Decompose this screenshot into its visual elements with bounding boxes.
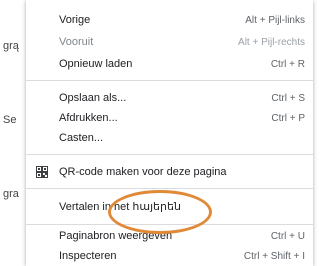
menu-item-cast[interactable]: Casten... <box>26 128 313 148</box>
context-menu: Vorige Alt + Pijl-links Vooruit Alt + Pi… <box>26 0 313 266</box>
menu-item-label: Vertalen in het հայերեն <box>59 200 181 213</box>
background-text-fragment: Se <box>3 114 17 126</box>
menu-item-label: Opslaan als... <box>59 92 127 104</box>
menu-item-view-page-source[interactable]: Paginabron weergeven Ctrl + U <box>26 226 313 246</box>
menu-item-save-as[interactable]: Opslaan als... Ctrl + S <box>26 88 313 108</box>
menu-item-shortcut: Ctrl + Shift + I <box>243 250 305 262</box>
menu-item-reload[interactable]: Opnieuw laden Ctrl + R <box>26 54 313 74</box>
menu-separator <box>26 80 313 81</box>
menu-item-label: Inspecteren <box>59 250 117 262</box>
menu-item-shortcut: Alt + Pijl-rechts <box>238 36 305 48</box>
menu-item-back[interactable]: Vorige Alt + Pijl-links <box>26 10 313 30</box>
menu-item-label: Afdrukken... <box>59 112 118 124</box>
menu-item-label: QR-code maken voor deze pagina <box>59 166 227 178</box>
menu-item-shortcut: Alt + Pijl-links <box>245 14 305 26</box>
menu-separator <box>26 224 313 225</box>
menu-item-shortcut: Ctrl + U <box>270 230 305 242</box>
menu-item-shortcut: Ctrl + P <box>271 112 305 124</box>
menu-item-label: Vooruit <box>59 36 94 48</box>
menu-item-create-qr-code[interactable]: QR-code maken voor deze pagina <box>26 162 313 182</box>
menu-item-label: Opnieuw laden <box>59 58 133 70</box>
background-text-fragment: grą <box>3 40 19 52</box>
menu-item-inspect[interactable]: Inspecteren Ctrl + Shift + I <box>26 246 313 266</box>
menu-item-label: Casten... <box>59 132 104 144</box>
menu-item-forward[interactable]: Vooruit Alt + Pijl-rechts <box>26 32 313 52</box>
menu-separator <box>26 154 313 155</box>
menu-separator <box>26 188 313 189</box>
menu-item-print[interactable]: Afdrukken... Ctrl + P <box>26 108 313 128</box>
background-text-fragment: gra <box>3 188 19 200</box>
menu-item-label: Vorige <box>59 14 91 26</box>
menu-item-shortcut: Ctrl + S <box>271 92 305 104</box>
qr-code-icon <box>36 166 48 178</box>
menu-item-label: Paginabron weergeven <box>59 230 173 242</box>
menu-item-translate[interactable]: Vertalen in het հայերեն <box>26 196 313 216</box>
menu-item-shortcut: Ctrl + R <box>270 58 305 70</box>
